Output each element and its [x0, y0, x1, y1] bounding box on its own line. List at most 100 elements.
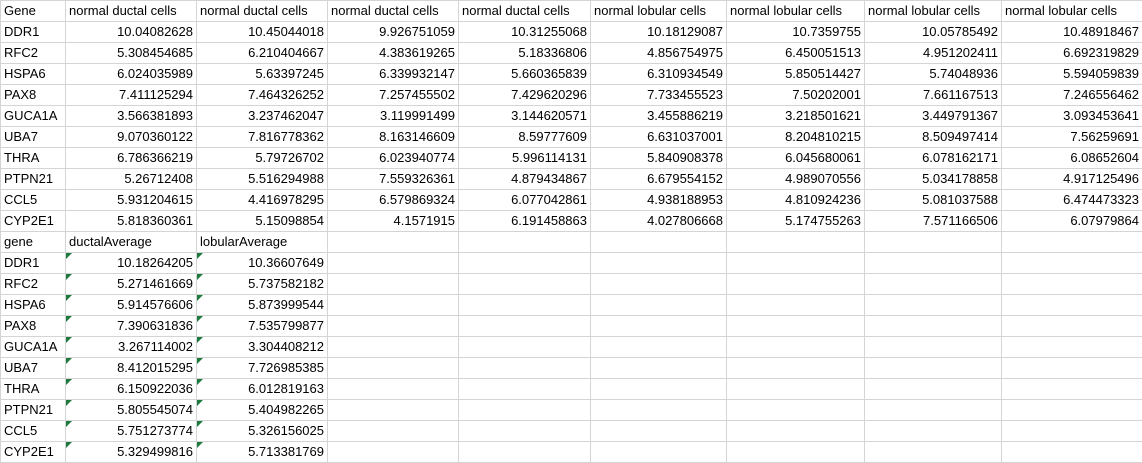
- header-cell-gene[interactable]: Gene: [0, 0, 66, 22]
- gene-cell[interactable]: PTPN21: [0, 168, 66, 190]
- value-cell[interactable]: 5.174755263: [726, 210, 865, 232]
- summary-value-cell[interactable]: 5.873999544: [196, 294, 328, 316]
- value-cell[interactable]: 7.571166506: [864, 210, 1002, 232]
- value-cell[interactable]: 3.144620571: [458, 105, 591, 127]
- empty-cell[interactable]: [1001, 273, 1142, 295]
- summary-value-cell[interactable]: 5.751273774: [65, 420, 197, 442]
- summary-value-cell[interactable]: 7.726985385: [196, 357, 328, 379]
- header-cell-sample[interactable]: normal lobular cells: [1001, 0, 1142, 22]
- empty-cell[interactable]: [726, 399, 865, 421]
- header-cell-sample[interactable]: normal lobular cells: [590, 0, 727, 22]
- value-cell[interactable]: 7.50202001: [726, 84, 865, 106]
- value-cell[interactable]: 6.023940774: [327, 147, 459, 169]
- value-cell[interactable]: 7.733455523: [590, 84, 727, 106]
- value-cell[interactable]: 4.027806668: [590, 210, 727, 232]
- empty-cell[interactable]: [1001, 399, 1142, 421]
- summary-value-cell[interactable]: 5.805545074: [65, 399, 197, 421]
- empty-cell[interactable]: [327, 252, 459, 274]
- empty-cell[interactable]: [726, 378, 865, 400]
- value-cell[interactable]: 3.455886219: [590, 105, 727, 127]
- empty-cell[interactable]: [1001, 420, 1142, 442]
- summary-value-cell[interactable]: 6.150922036: [65, 378, 197, 400]
- value-cell[interactable]: 7.816778362: [196, 126, 328, 148]
- empty-cell[interactable]: [864, 336, 1002, 358]
- empty-cell[interactable]: [1001, 294, 1142, 316]
- summary-gene-cell[interactable]: RFC2: [0, 273, 66, 295]
- empty-cell[interactable]: [864, 315, 1002, 337]
- value-cell[interactable]: 10.7359755: [726, 21, 865, 43]
- empty-cell[interactable]: [590, 231, 727, 253]
- gene-cell[interactable]: DDR1: [0, 21, 66, 43]
- summary-header-cell[interactable]: gene: [0, 231, 66, 253]
- summary-header-cell[interactable]: ductalAverage: [65, 231, 197, 253]
- empty-cell[interactable]: [726, 252, 865, 274]
- value-cell[interactable]: 8.204810215: [726, 126, 865, 148]
- value-cell[interactable]: 6.786366219: [65, 147, 197, 169]
- value-cell[interactable]: 5.15098854: [196, 210, 328, 232]
- empty-cell[interactable]: [327, 441, 459, 463]
- value-cell[interactable]: 5.79726702: [196, 147, 328, 169]
- value-cell[interactable]: 7.559326361: [327, 168, 459, 190]
- empty-cell[interactable]: [864, 357, 1002, 379]
- gene-cell[interactable]: RFC2: [0, 42, 66, 64]
- empty-cell[interactable]: [458, 273, 591, 295]
- summary-gene-cell[interactable]: PTPN21: [0, 399, 66, 421]
- summary-gene-cell[interactable]: PAX8: [0, 315, 66, 337]
- summary-value-cell[interactable]: 5.326156025: [196, 420, 328, 442]
- empty-cell[interactable]: [458, 252, 591, 274]
- header-cell-sample[interactable]: normal ductal cells: [458, 0, 591, 22]
- value-cell[interactable]: 5.850514427: [726, 63, 865, 85]
- value-cell[interactable]: 7.429620296: [458, 84, 591, 106]
- empty-cell[interactable]: [458, 294, 591, 316]
- empty-cell[interactable]: [590, 294, 727, 316]
- value-cell[interactable]: 10.04082628: [65, 21, 197, 43]
- value-cell[interactable]: 8.59777609: [458, 126, 591, 148]
- empty-cell[interactable]: [864, 231, 1002, 253]
- gene-cell[interactable]: CYP2E1: [0, 210, 66, 232]
- gene-cell[interactable]: THRA: [0, 147, 66, 169]
- empty-cell[interactable]: [458, 315, 591, 337]
- header-cell-sample[interactable]: normal lobular cells: [726, 0, 865, 22]
- empty-cell[interactable]: [590, 315, 727, 337]
- value-cell[interactable]: 6.210404667: [196, 42, 328, 64]
- value-cell[interactable]: 10.18129087: [590, 21, 727, 43]
- value-cell[interactable]: 3.566381893: [65, 105, 197, 127]
- empty-cell[interactable]: [458, 378, 591, 400]
- empty-cell[interactable]: [458, 231, 591, 253]
- summary-value-cell[interactable]: 5.737582182: [196, 273, 328, 295]
- empty-cell[interactable]: [726, 273, 865, 295]
- empty-cell[interactable]: [327, 357, 459, 379]
- value-cell[interactable]: 6.474473323: [1001, 189, 1142, 211]
- summary-gene-cell[interactable]: CCL5: [0, 420, 66, 442]
- empty-cell[interactable]: [590, 399, 727, 421]
- summary-value-cell[interactable]: 7.390631836: [65, 315, 197, 337]
- value-cell[interactable]: 8.163146609: [327, 126, 459, 148]
- header-cell-sample[interactable]: normal lobular cells: [864, 0, 1002, 22]
- value-cell[interactable]: 4.951202411: [864, 42, 1002, 64]
- summary-value-cell[interactable]: 6.012819163: [196, 378, 328, 400]
- gene-cell[interactable]: PAX8: [0, 84, 66, 106]
- header-cell-sample[interactable]: normal ductal cells: [327, 0, 459, 22]
- value-cell[interactable]: 4.917125496: [1001, 168, 1142, 190]
- value-cell[interactable]: 4.416978295: [196, 189, 328, 211]
- value-cell[interactable]: 5.74048936: [864, 63, 1002, 85]
- value-cell[interactable]: 5.081037588: [864, 189, 1002, 211]
- summary-gene-cell[interactable]: UBA7: [0, 357, 66, 379]
- empty-cell[interactable]: [1001, 336, 1142, 358]
- value-cell[interactable]: 5.034178858: [864, 168, 1002, 190]
- empty-cell[interactable]: [590, 441, 727, 463]
- empty-cell[interactable]: [458, 357, 591, 379]
- value-cell[interactable]: 5.63397245: [196, 63, 328, 85]
- empty-cell[interactable]: [327, 294, 459, 316]
- value-cell[interactable]: 5.840908378: [590, 147, 727, 169]
- empty-cell[interactable]: [458, 441, 591, 463]
- summary-value-cell[interactable]: 8.412015295: [65, 357, 197, 379]
- summary-value-cell[interactable]: 10.36607649: [196, 252, 328, 274]
- value-cell[interactable]: 5.308454685: [65, 42, 197, 64]
- value-cell[interactable]: 6.045680061: [726, 147, 865, 169]
- value-cell[interactable]: 10.05785492: [864, 21, 1002, 43]
- empty-cell[interactable]: [726, 294, 865, 316]
- empty-cell[interactable]: [726, 336, 865, 358]
- summary-gene-cell[interactable]: THRA: [0, 378, 66, 400]
- summary-gene-cell[interactable]: CYP2E1: [0, 441, 66, 463]
